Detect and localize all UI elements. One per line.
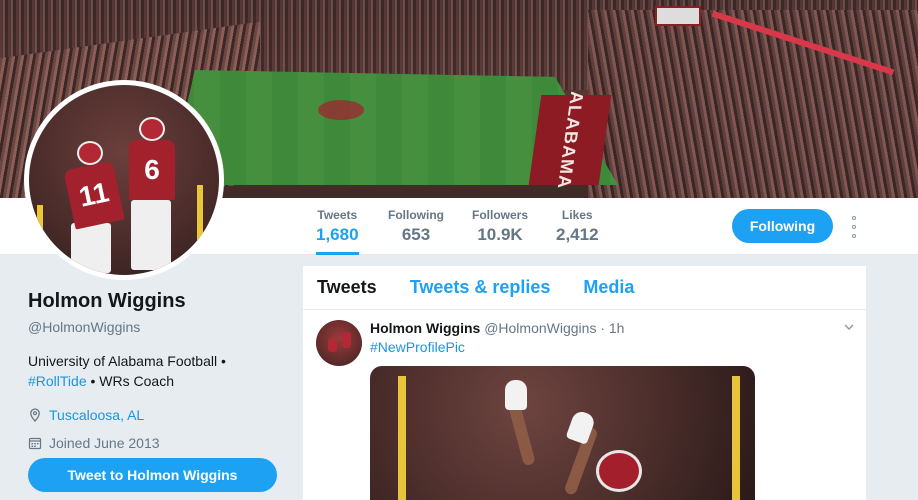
chevron-down-icon[interactable] [844,322,854,332]
tweet-to-button[interactable]: Tweet to Holmon Wiggins [28,458,277,492]
player-jersey-2: 6 [129,140,175,200]
calendar-icon [28,437,42,450]
profile-avatar[interactable]: 11 6 [24,80,224,280]
bio-hashtag-link[interactable]: #RollTide [28,373,87,389]
stat-label: Following [388,208,444,222]
stat-label: Likes [561,208,593,222]
tab-tweets-replies[interactable]: Tweets & replies [410,277,551,298]
avatar-photo: 11 6 [29,85,219,275]
player-helmet-2 [139,117,165,141]
stat-followers[interactable]: Followers 10.9K [472,208,528,245]
location-link[interactable]: Tuscaloosa, AL [49,407,144,423]
stat-value: 1,680 [316,225,359,244]
tweet-hashtag-link[interactable]: #NewProfilePic [370,339,465,355]
stat-following[interactable]: Following 653 [388,208,444,245]
timeline: Tweets Tweets & replies Media Holmon Wig… [303,266,866,500]
stat-tweets[interactable]: Tweets 1,680 [316,208,359,255]
tweet-item[interactable]: Holmon Wiggins @HolmonWiggins · 1h #NewP… [303,310,866,366]
stat-value: 2,412 [556,225,599,244]
player-helmet [596,450,642,492]
tweet-handle-time[interactable]: @HolmonWiggins · 1h [484,320,624,336]
player-pants-2 [131,200,171,270]
goal-post-right [197,185,203,275]
profile-joined: Joined June 2013 [28,435,288,451]
tweet-avatar[interactable] [316,320,362,366]
scoreboard [655,6,701,26]
stat-likes[interactable]: Likes 2,412 [556,208,599,245]
profile-location: Tuscaloosa, AL [28,407,288,423]
goal-post-left [37,205,43,275]
tweet-media-image[interactable] [370,366,755,500]
profile-bio: University of Alabama Football • #RollTi… [28,351,288,391]
profile-handle[interactable]: @HolmonWiggins [28,319,288,335]
stat-label: Followers [472,208,529,222]
player-pants-1 [71,223,111,273]
player-glove [505,380,527,410]
more-dots-icon[interactable] [846,216,862,238]
tweet-author-name[interactable]: Holmon Wiggins [370,320,480,336]
midfield-logo [318,100,364,120]
player-jersey-1: 11 [63,160,125,230]
stat-value: 653 [401,225,431,244]
bio-suffix: • WRs Coach [86,373,175,389]
joined-date: Joined June 2013 [49,435,160,451]
profile-info: Holmon Wiggins @HolmonWiggins University… [28,290,288,451]
stat-label: Tweets [317,208,358,222]
stadium-stands-right [588,10,918,198]
goal-post [732,376,740,500]
bio-text: University of Alabama Football • [28,353,226,369]
player-helmet-1 [77,141,103,165]
goal-post [398,376,406,500]
location-pin-icon [30,408,40,422]
tab-media[interactable]: Media [583,277,634,298]
profile-name[interactable]: Holmon Wiggins [28,290,288,313]
tab-tweets[interactable]: Tweets [317,277,377,298]
endzone-text: ALABAMA [528,91,612,189]
timeline-tabs: Tweets Tweets & replies Media [303,266,866,310]
following-button[interactable]: Following [732,209,833,243]
tweet-header: Holmon Wiggins @HolmonWiggins · 1h [370,320,624,336]
stat-value: 10.9K [477,225,523,244]
